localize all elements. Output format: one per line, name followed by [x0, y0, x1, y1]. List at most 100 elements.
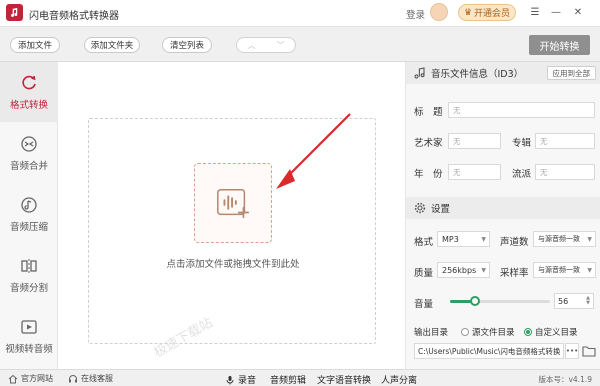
genre-label: 流派	[512, 169, 532, 180]
output-path-field[interactable]: C:\Users\Public\Music\闪电音频格式转换	[414, 343, 564, 359]
samplerate-label: 采样率	[500, 268, 529, 279]
headset-icon	[68, 374, 78, 384]
volume-stepper[interactable]: 56 ▲ ▼	[554, 293, 594, 309]
app-logo-icon	[6, 4, 23, 21]
microphone-icon	[225, 375, 235, 385]
pointer-arrow	[276, 113, 351, 189]
radio-source-dir[interactable]: 源文件目录	[461, 326, 515, 338]
id3-section-title: 音乐文件信息（ID3）	[431, 69, 524, 80]
apply-to-all-button[interactable]: 应用到全部	[546, 66, 596, 80]
title-bar: 闪电音频格式转换器 登录 ♛ 开通会员 ☰ — ✕	[0, 0, 600, 26]
sidebar-item-audio-split[interactable]: 音频分割	[0, 245, 58, 305]
text-to-speech-label: 文字语音转换	[317, 376, 372, 386]
close-icon[interactable]: ✕	[570, 4, 586, 20]
radio-icon	[461, 328, 469, 336]
radio-checked-icon	[524, 328, 532, 336]
sidebar-item-audio-compress[interactable]: 音频压缩	[0, 184, 58, 244]
folder-icon[interactable]	[581, 343, 597, 359]
sidebar: 格式转换 音频合并 音频压缩 音频分割 视频转音频	[0, 62, 58, 369]
quality-label: 质量	[414, 268, 434, 279]
avatar[interactable]	[430, 3, 448, 21]
sidebar-item-video-to-audio[interactable]: 视频转音频	[0, 306, 58, 366]
stepper-arrows-icon[interactable]: ▲ ▼	[586, 296, 590, 306]
video-to-audio-icon	[19, 317, 39, 337]
vip-label: 开通会员	[474, 9, 511, 19]
online-support-label: 在线客服	[81, 374, 113, 383]
split-icon	[19, 256, 39, 276]
vocal-separation-tool[interactable]: 人声分离	[381, 373, 417, 386]
add-file-button[interactable]: 添加文件	[10, 37, 60, 53]
channels-value: 与源音频一致	[538, 235, 580, 243]
chevron-down-icon: ▼	[587, 266, 592, 274]
file-list-area: 点击添加文件或拖拽文件到此处 极速下载站	[58, 62, 405, 369]
gear-icon	[414, 202, 426, 214]
format-select[interactable]: MP3 ▼	[437, 231, 490, 247]
album-field[interactable]: 无	[535, 133, 595, 149]
output-dir-label: 输出目录	[414, 328, 449, 338]
settings-panel: 音乐文件信息（ID3） 应用到全部 标 题 无 艺术家 无 专辑 无 年 份 无…	[405, 62, 600, 369]
convert-icon	[19, 73, 39, 93]
official-website-link[interactable]: 官方网站	[8, 373, 53, 384]
year-label: 年 份	[414, 169, 443, 180]
online-support-link[interactable]: 在线客服	[68, 373, 113, 384]
audio-edit-label: 音频剪辑	[270, 376, 307, 386]
year-field[interactable]: 无	[448, 164, 501, 180]
crown-icon: ♛	[463, 7, 473, 18]
quality-value: 256kbps	[442, 265, 477, 275]
move-up-icon[interactable]: ︿	[248, 40, 256, 51]
compress-icon	[19, 195, 39, 215]
channels-label: 声道数	[500, 237, 529, 248]
artist-field[interactable]: 无	[448, 133, 501, 149]
move-down-icon[interactable]: ﹀	[277, 40, 285, 51]
minimize-icon[interactable]: —	[548, 4, 564, 20]
clear-list-button[interactable]: 清空列表	[162, 37, 212, 53]
chevron-down-icon: ▼	[587, 235, 592, 243]
sidebar-item-label: 音频分割	[9, 283, 48, 294]
vocal-separation-label: 人声分离	[381, 376, 418, 386]
app-title: 闪电音频格式转换器	[29, 11, 119, 22]
browse-button[interactable]: •••	[565, 343, 579, 359]
format-label: 格式	[414, 237, 434, 248]
channels-select[interactable]: 与源音频一致 ▼	[533, 231, 596, 247]
format-value: MP3	[442, 234, 459, 244]
chevron-down-icon: ▼	[481, 266, 486, 274]
start-convert-button[interactable]: 开始转换	[529, 35, 590, 55]
vip-button[interactable]: ♛ 开通会员	[458, 4, 516, 21]
title-field[interactable]: 无	[448, 102, 595, 118]
title-label: 标 题	[414, 107, 443, 118]
samplerate-value: 与源音频一致	[538, 266, 580, 274]
radio-source-label: 源文件目录	[472, 328, 515, 338]
home-icon	[8, 374, 18, 384]
volume-slider-handle[interactable]	[470, 296, 480, 306]
music-icon	[414, 67, 426, 79]
sidebar-item-format-convert[interactable]: 格式转换	[0, 62, 58, 122]
album-label: 专辑	[512, 138, 532, 149]
radio-custom-dir[interactable]: 自定义目录	[524, 326, 578, 338]
chevron-down-icon: ▼	[481, 235, 486, 243]
official-website-label: 官方网站	[21, 374, 53, 383]
volume-slider[interactable]	[450, 296, 550, 306]
login-link[interactable]: 登录	[406, 7, 425, 21]
audio-edit-tool[interactable]: 音频剪辑	[270, 373, 306, 386]
volume-label: 音量	[414, 299, 434, 310]
settings-section-header: 设置	[406, 197, 600, 219]
sidebar-item-label: 音频合并	[9, 161, 48, 172]
version-label: 版本号：v4.1.9	[538, 375, 592, 384]
text-to-speech-tool[interactable]: 文字语音转换	[317, 373, 371, 386]
toolbar: 添加文件 添加文件夹 清空列表 ︿ ﹀	[0, 26, 600, 62]
artist-label: 艺术家	[414, 138, 443, 149]
move-buttons: ︿ ﹀	[236, 37, 296, 53]
sidebar-item-audio-merge[interactable]: 音频合并	[0, 123, 58, 183]
menu-icon[interactable]: ☰	[527, 4, 543, 20]
add-folder-button[interactable]: 添加文件夹	[84, 37, 140, 53]
genre-field[interactable]: 无	[535, 164, 595, 180]
quality-select[interactable]: 256kbps ▼	[437, 262, 490, 278]
id3-section-header: 音乐文件信息（ID3） 应用到全部	[406, 62, 600, 84]
record-tool[interactable]: 录音	[225, 373, 256, 386]
samplerate-select[interactable]: 与源音频一致 ▼	[533, 262, 596, 278]
record-label: 录音	[238, 376, 257, 386]
merge-icon	[19, 134, 39, 154]
sidebar-item-label: 视频转音频	[5, 344, 53, 355]
sidebar-item-label: 格式转换	[9, 100, 48, 111]
sidebar-item-label: 音频压缩	[9, 222, 48, 233]
